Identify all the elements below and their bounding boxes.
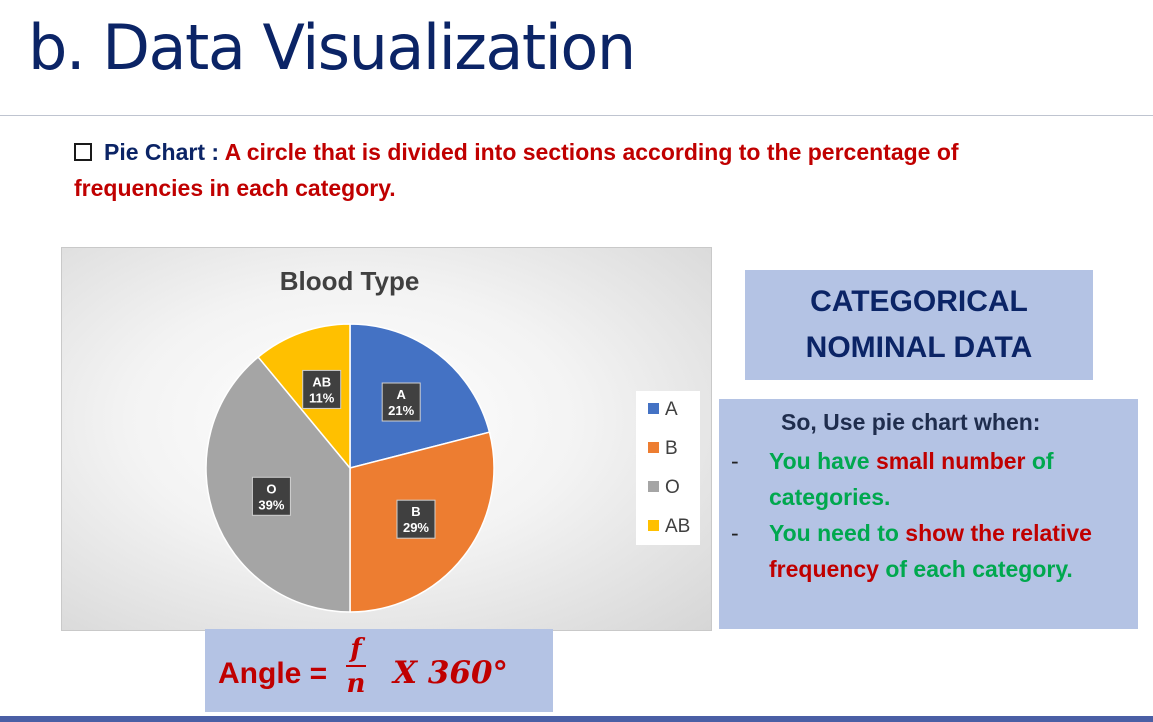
formula-tail: X 360° — [393, 655, 509, 691]
fraction-bar — [346, 665, 366, 667]
pie-chart: Blood Type A 21% B 29% O 39% AB 11% A B O AB — [61, 247, 712, 631]
bullet2-part-a: You need to — [769, 520, 906, 546]
chart-legend: A B O AB — [636, 391, 700, 545]
intro-text: Pie Chart : A circle that is divided int… — [74, 134, 1064, 206]
data-label-percent: 21% — [388, 403, 414, 418]
data-label-b: B29% — [396, 499, 436, 539]
data-label-percent: 11% — [309, 390, 335, 405]
formula-lead: Angle = — [218, 657, 328, 690]
legend-swatch — [648, 442, 659, 453]
angle-formula: Angle = f n X 360° — [205, 629, 553, 712]
categorical-line1: CATEGORICAL — [810, 285, 1028, 318]
legend-item-o: O — [648, 477, 680, 499]
usage-bullet-1: - You have small number of categories. — [731, 443, 1109, 515]
legend-label: B — [665, 438, 678, 459]
data-label-o: O39% — [251, 476, 291, 516]
data-label-category: B — [411, 504, 420, 519]
data-label-percent: 29% — [403, 520, 429, 535]
bullet2-part-c: of each category. — [878, 556, 1073, 582]
legend-label: A — [665, 399, 678, 420]
data-label-category: AB — [312, 374, 331, 389]
legend-swatch — [648, 481, 659, 492]
pie-chart-svg: A21%B29%O39%AB11% — [205, 323, 495, 613]
legend-label: O — [665, 477, 680, 498]
categorical-nominal-box: CATEGORICAL NOMINAL DATA — [745, 270, 1093, 380]
formula-fraction: f n — [346, 635, 366, 699]
legend-item-ab: AB — [648, 516, 690, 538]
dash-bullet-icon: - — [731, 448, 739, 474]
usage-box: So, Use pie chart when: - You have small … — [719, 399, 1138, 629]
legend-item-b: B — [648, 438, 678, 460]
checkbox-icon — [74, 143, 92, 161]
dash-bullet-icon: - — [731, 520, 739, 546]
data-label-category: O — [266, 481, 276, 496]
usage-heading: So, Use pie chart when: — [781, 409, 1041, 435]
formula-denominator: n — [346, 669, 366, 699]
legend-swatch — [648, 403, 659, 414]
data-label-a: A21% — [381, 382, 421, 422]
formula-numerator: f — [350, 634, 362, 664]
categorical-line2: NOMINAL DATA — [805, 331, 1033, 364]
bullet1-part-b: small number — [875, 448, 1026, 474]
legend-label: AB — [665, 516, 691, 537]
legend-swatch — [648, 520, 659, 531]
bottom-accent-bar — [0, 716, 1153, 722]
legend-item-a: A — [648, 399, 678, 421]
data-label-category: A — [396, 387, 406, 402]
usage-bullet-2: - You need to show the relative frequency… — [731, 515, 1109, 587]
data-label-ab: AB11% — [302, 369, 342, 409]
intro-label: Pie Chart : — [104, 139, 225, 165]
data-label-percent: 39% — [258, 497, 284, 512]
bullet1-part-a: You have — [769, 448, 876, 474]
title-divider — [0, 115, 1153, 116]
slide-title: b. Data Visualization — [28, 11, 636, 84]
